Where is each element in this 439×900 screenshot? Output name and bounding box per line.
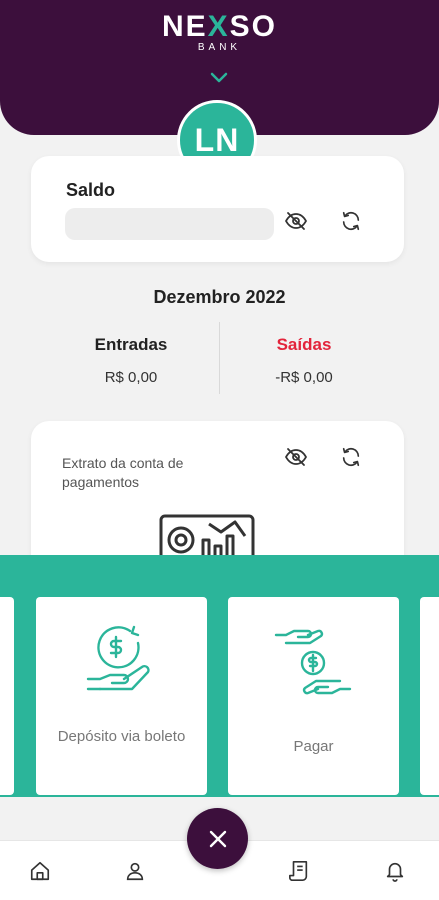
balance-card: Saldo (31, 156, 404, 262)
receipt-icon[interactable] (287, 859, 311, 883)
close-menu-button[interactable] (187, 808, 248, 869)
chevron-down-icon[interactable] (210, 72, 228, 84)
quick-action-pay[interactable]: Pagar (228, 597, 399, 795)
refresh-icon[interactable] (338, 208, 364, 234)
logo-subtitle: BANK (197, 42, 242, 53)
balance-value-hidden (65, 208, 274, 240)
user-icon[interactable] (123, 859, 147, 883)
avatar-initials: LN (194, 121, 240, 158)
quick-action-pay-label: Pagar (293, 738, 334, 755)
brand-logo: NEXSO BANK (0, 10, 439, 53)
eye-off-icon[interactable] (283, 208, 309, 234)
close-icon (209, 830, 226, 847)
quick-action-deposit-label: Depósito via boleto (57, 728, 186, 745)
bell-icon[interactable] (383, 859, 407, 883)
balance-title: Saldo (66, 180, 116, 200)
statement-title: Extrato da conta de pagamentos (62, 455, 184, 490)
expense-value: -R$ 0,00 (275, 369, 333, 386)
logo-wordmark: NEXSO (0, 10, 439, 44)
exchange-money-icon (274, 629, 352, 695)
refresh-icon[interactable] (338, 444, 364, 470)
expense-column: Saídas -R$ 0,00 (204, 335, 404, 386)
income-column: Entradas R$ 0,00 (31, 335, 231, 386)
income-label: Entradas (94, 335, 168, 354)
logo-part-left: NE (161, 10, 208, 43)
money-hand-icon (86, 625, 150, 691)
month-title: Dezembro 2022 (153, 287, 286, 307)
home-icon[interactable] (28, 859, 52, 883)
expense-label: Saídas (276, 335, 332, 354)
logo-part-right: SO (229, 10, 278, 43)
quick-action-deposit[interactable]: Depósito via boleto (36, 597, 207, 795)
logo-part-x: X (207, 10, 230, 43)
quick-action-partial-left[interactable] (0, 597, 14, 795)
eye-off-icon[interactable] (283, 444, 309, 470)
income-value: R$ 0,00 (104, 369, 158, 386)
quick-action-partial-right[interactable] (420, 597, 439, 795)
